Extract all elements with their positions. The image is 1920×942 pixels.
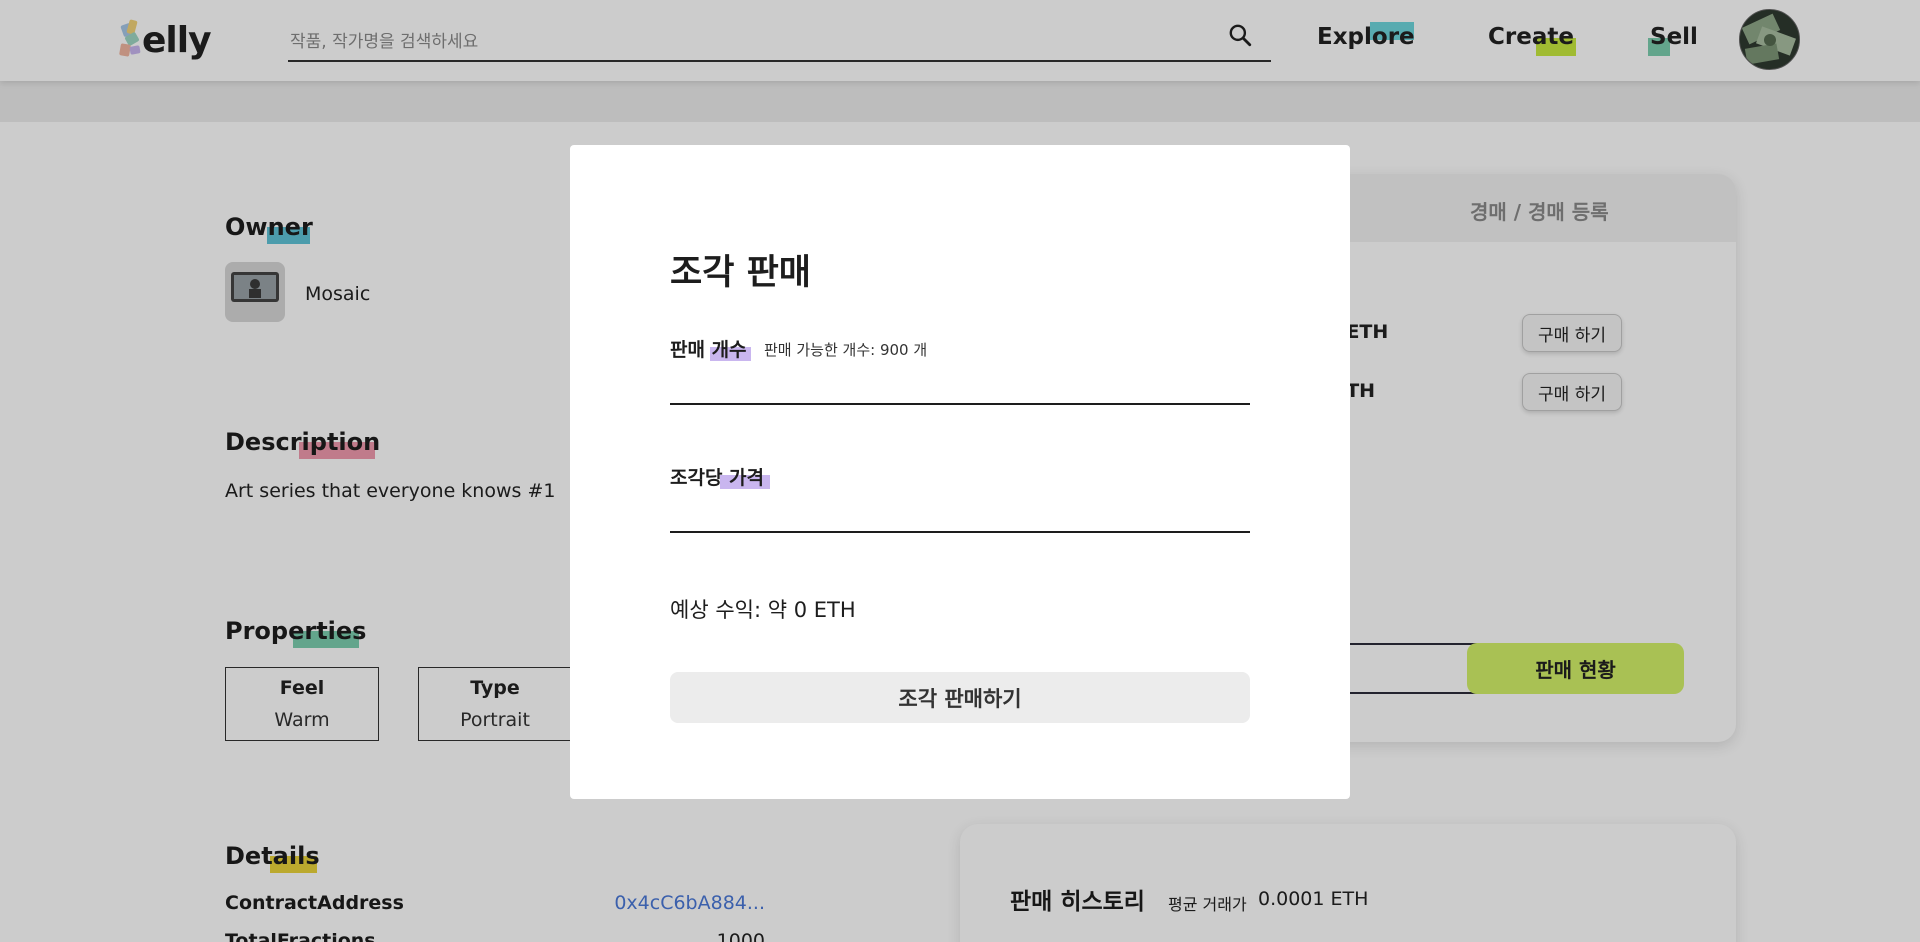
expected-revenue: 예상 수익: 약 0 ETH <box>670 598 856 622</box>
quantity-label: 판매 개수 <box>670 335 751 362</box>
sell-fraction-button[interactable]: 조각 판매하기 <box>670 672 1250 723</box>
price-per-fraction-input[interactable] <box>670 489 1250 533</box>
modal-title: 조각 판매 <box>670 253 811 293</box>
available-quantity: 판매 가능한 개수: 900 개 <box>764 341 928 359</box>
sell-fraction-modal: 조각 판매 판매 개수 판매 가능한 개수: 900 개 조각당 가격 예상 수… <box>570 145 1350 799</box>
price-label: 조각당 가격 <box>670 463 770 490</box>
quantity-input[interactable] <box>670 361 1250 405</box>
